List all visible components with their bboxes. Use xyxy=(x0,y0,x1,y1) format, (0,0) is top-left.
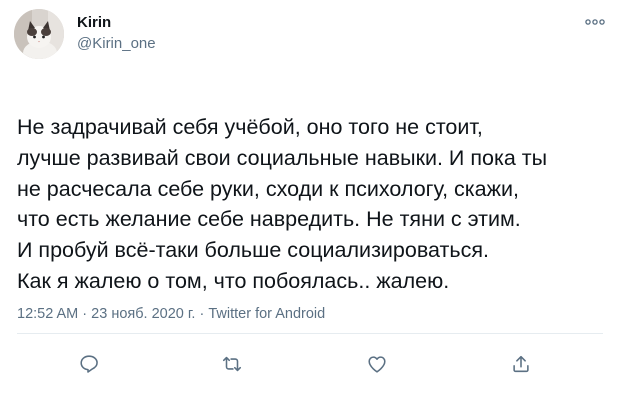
divider xyxy=(17,333,603,334)
tweet-text-line: что есть желание себе навредить. Не тяни… xyxy=(17,207,521,232)
tweet-meta: 12:52 AM · 23 нояб. 2020 г. · Twitter fo… xyxy=(17,305,325,323)
tweet-source[interactable]: Twitter for Android xyxy=(208,306,325,322)
meta-separator: · xyxy=(199,306,205,322)
author-handle[interactable]: @Kirin_one xyxy=(77,35,156,53)
more-icon xyxy=(585,19,605,25)
more-options-button[interactable] xyxy=(580,12,610,32)
tweet-text-line: не расчесала себе руки, сходи к психолог… xyxy=(17,176,519,201)
tweet-text-line: И пробуй всё-таки больше социализировать… xyxy=(17,238,489,263)
tweet-text: Не задрачивай себя учёбой, оно того не с… xyxy=(17,112,613,297)
author-display-name[interactable]: Kirin xyxy=(77,14,111,32)
retweet-button[interactable] xyxy=(214,346,250,382)
avatar[interactable] xyxy=(14,9,64,59)
tweet-date[interactable]: 23 нояб. 2020 г. xyxy=(91,306,195,322)
tweet-text-line: лучше развивай свои социальные навыки. И… xyxy=(17,145,548,170)
reply-button[interactable] xyxy=(71,346,107,382)
tweet-card: Kirin @Kirin_one Не задрачивай себя учёб… xyxy=(0,0,620,404)
tweet-text-line: Не задрачивай себя учёбой, оно того не с… xyxy=(17,115,483,139)
share-icon xyxy=(513,355,529,373)
meta-separator: · xyxy=(82,306,88,322)
reply-icon xyxy=(80,355,98,373)
share-button[interactable] xyxy=(503,346,539,382)
retweet-icon xyxy=(222,356,242,372)
like-button[interactable] xyxy=(359,346,395,382)
avatar-cat-image xyxy=(14,9,64,59)
tweet-text-line: Как я жалею о том, что побоялась.. жалею… xyxy=(17,268,450,293)
like-icon xyxy=(368,356,386,373)
action-bar xyxy=(0,346,620,386)
tweet-time[interactable]: 12:52 AM xyxy=(17,306,78,322)
